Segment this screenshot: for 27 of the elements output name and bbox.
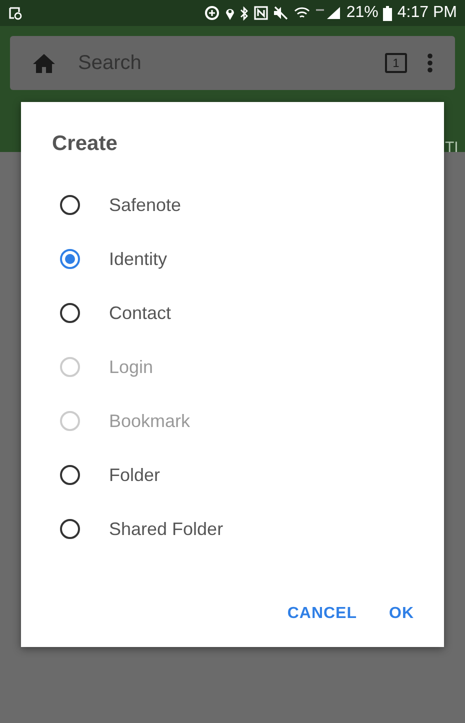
- clock: 4:17 PM: [397, 4, 457, 22]
- home-icon[interactable]: [32, 53, 56, 73]
- radio-option[interactable]: Contact: [21, 286, 444, 340]
- battery-percent: 21%: [346, 4, 378, 22]
- tab-count[interactable]: 1: [385, 53, 407, 73]
- radio-button[interactable]: [60, 249, 80, 269]
- nfc-icon: [254, 6, 268, 20]
- radio-button[interactable]: [60, 303, 80, 323]
- radio-option[interactable]: Identity: [21, 232, 444, 286]
- signal-icon: [315, 6, 342, 20]
- dialog-title: Create: [52, 132, 118, 156]
- ok-button[interactable]: OK: [377, 597, 426, 631]
- battery-icon: [383, 6, 392, 20]
- radio-button[interactable]: [60, 465, 80, 485]
- wifi-icon: [294, 6, 310, 20]
- radio-option[interactable]: Safenote: [21, 178, 444, 232]
- data-saver-icon: [204, 5, 220, 21]
- mute-icon: [273, 6, 290, 20]
- radio-option[interactable]: Folder: [21, 448, 444, 502]
- radio-option[interactable]: Shared Folder: [21, 502, 444, 556]
- radio-button[interactable]: [60, 519, 80, 539]
- tab-label[interactable]: TI: [445, 139, 465, 156]
- bluetooth-icon: [240, 6, 250, 20]
- more-icon[interactable]: [427, 53, 433, 73]
- screenshot-icon: [8, 6, 22, 20]
- cancel-button[interactable]: CANCEL: [275, 597, 369, 631]
- radio-button[interactable]: [60, 195, 80, 215]
